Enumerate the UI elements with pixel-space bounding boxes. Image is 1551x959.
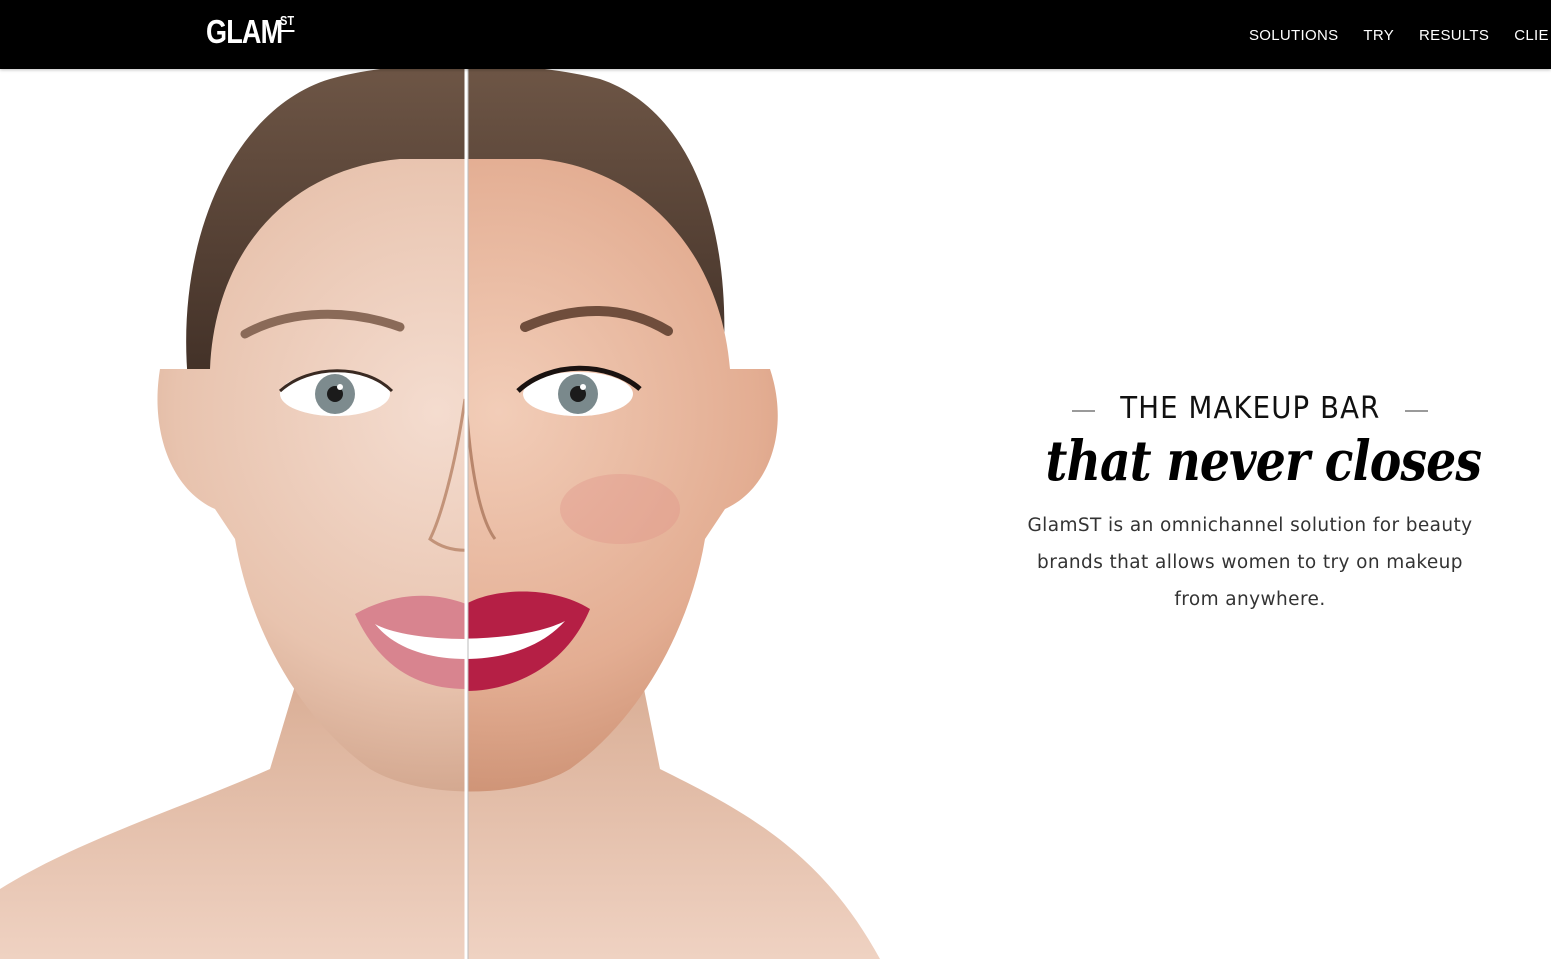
logo-wordmark: GLAM bbox=[206, 13, 283, 50]
eyebrow-row: THE MAKEUP BAR bbox=[1010, 389, 1490, 427]
nav-item-clients[interactable]: CLIE bbox=[1514, 0, 1549, 70]
hero-description: GlamST is an omnichannel solution for be… bbox=[1027, 515, 1473, 610]
nav-menu: SOLUTIONS TRY RESULTS CLIE bbox=[1249, 0, 1551, 69]
hero-photo bbox=[0, 69, 880, 959]
dash-left bbox=[1071, 410, 1095, 412]
nav-item-try[interactable]: TRY bbox=[1363, 0, 1394, 70]
eyebrow-heading: THE MAKEUP BAR bbox=[1119, 390, 1381, 426]
logo-superscript: ST bbox=[280, 13, 295, 32]
hero-text-block: THE MAKEUP BAR that never closes GlamST … bbox=[1010, 389, 1490, 618]
nav-item-solutions[interactable]: SOLUTIONS bbox=[1249, 0, 1338, 70]
dash-right bbox=[1405, 410, 1429, 412]
hero-section: THE MAKEUP BAR that never closes GlamST … bbox=[0, 69, 1551, 959]
top-navbar: GLAM ST SOLUTIONS TRY RESULTS CLIE bbox=[0, 0, 1551, 69]
glamst-logo[interactable]: GLAM ST bbox=[206, 12, 297, 52]
hero-tagline: that never closes bbox=[1045, 428, 1482, 493]
nav-item-results[interactable]: RESULTS bbox=[1419, 0, 1489, 70]
